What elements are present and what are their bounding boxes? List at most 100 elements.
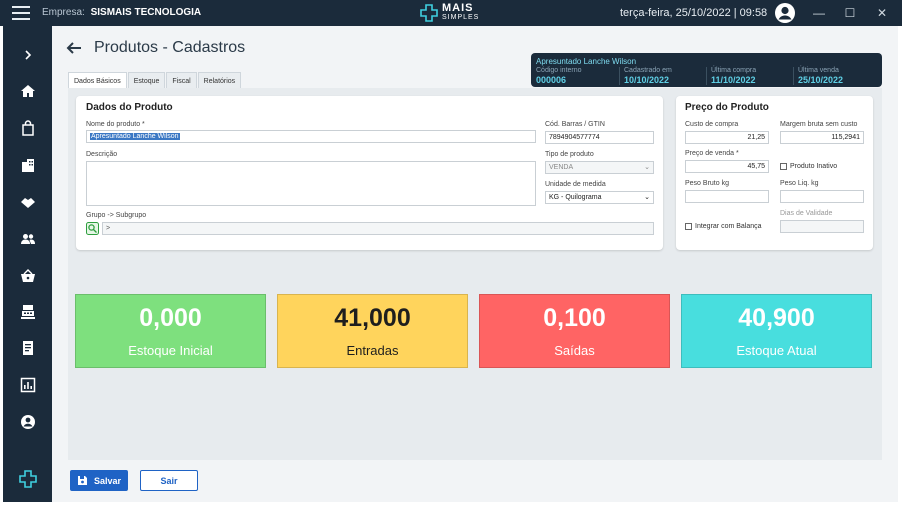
info-separator [793, 67, 794, 85]
info-product-name: Apresuntado Lanche Wilson [536, 57, 637, 66]
info-codigo-value: 000006 [536, 75, 567, 85]
nome-input[interactable]: Apresuntado Lanche Wilson [86, 130, 536, 143]
window-bottom [0, 502, 902, 522]
checkbox-box [780, 163, 787, 170]
peso-bruto-label: Peso Bruto kg [685, 180, 729, 187]
info-codigo: Código interno 000006 [536, 67, 582, 85]
margem-label: Margem bruta sem custo [780, 121, 858, 128]
chevron-down-icon: ⌄ [644, 194, 650, 201]
inativo-label: Produto Inativo [790, 163, 838, 170]
handshake-icon[interactable] [3, 189, 52, 215]
building-icon[interactable] [3, 152, 52, 178]
stat-value: 40,900 [738, 304, 815, 332]
minimize-icon[interactable]: — [810, 4, 828, 22]
info-ultima-compra-value: 11/10/2022 [711, 75, 756, 85]
save-button[interactable]: Salvar [70, 470, 128, 491]
users-icon[interactable] [3, 226, 52, 252]
balanca-label: Integrar com Balança [695, 223, 762, 230]
custo-input[interactable]: 21,25 [685, 131, 769, 144]
descricao-textarea[interactable] [86, 161, 536, 206]
tipo-select[interactable]: VENDA ⌄ [545, 161, 654, 174]
peso-bruto-input[interactable] [685, 190, 769, 203]
codbarras-input[interactable]: 7894904577774 [545, 131, 654, 144]
info-ultima-venda: Última venda 25/10/2022 [798, 67, 843, 85]
stat-label: Entradas [346, 343, 399, 358]
info-cadastrado: Cadastrado em 10/10/2022 [624, 67, 672, 85]
basket-icon[interactable] [3, 263, 52, 289]
page-header: Produtos - Cadastros [66, 38, 245, 58]
close-icon[interactable]: ✕ [873, 4, 891, 22]
document-icon[interactable] [3, 335, 52, 361]
stat-value: 41,000 [334, 304, 411, 332]
info-ultima-venda-value: 25/10/2022 [798, 75, 844, 85]
stat-estoque-atual: 40,900 Estoque Atual [681, 294, 872, 368]
back-arrow-icon[interactable] [66, 40, 82, 56]
grupo-input[interactable]: > [102, 222, 654, 235]
dados-heading: Dados do Produto [86, 102, 173, 113]
validade-input[interactable] [780, 220, 864, 233]
descricao-label: Descrição [86, 151, 118, 158]
unidade-value: KG - Quilograma [549, 194, 602, 201]
exit-button[interactable]: Sair [140, 470, 198, 491]
checkbox-box [685, 223, 692, 230]
info-separator [619, 67, 620, 85]
hamburger-menu-icon[interactable] [12, 6, 30, 20]
info-ultima-compra-label: Última compra [711, 67, 757, 74]
nome-label: Nome do produto * [86, 121, 145, 128]
company-name: SISMAIS TECNOLOGIA [90, 7, 202, 18]
tab-content: Dados do Produto Nome do produto * Apres… [68, 88, 882, 460]
sidebar-expand-icon[interactable] [3, 42, 52, 68]
stat-entradas: 41,000 Entradas [277, 294, 468, 368]
logo-cross-icon[interactable] [3, 466, 52, 492]
unidade-label: Unidade de medida [545, 181, 606, 188]
stat-label: Saídas [554, 343, 595, 358]
info-separator [706, 67, 707, 85]
maximize-icon[interactable]: ☐ [841, 4, 859, 22]
logo-text-main: MAIS [442, 2, 474, 14]
app-logo: MAIS SIMPLES [420, 3, 479, 23]
preco-heading: Preço do Produto [685, 102, 769, 113]
produto-inativo-checkbox[interactable]: Produto Inativo [780, 163, 837, 170]
info-codigo-label: Código interno [536, 67, 582, 74]
venda-input[interactable]: 45,75 [685, 160, 769, 173]
stat-value: 0,100 [543, 304, 606, 332]
tipo-label: Tipo de produto [545, 151, 594, 158]
stat-value: 0,000 [139, 304, 202, 332]
info-ultima-venda-label: Última venda [798, 67, 839, 74]
product-info-box: Apresuntado Lanche Wilson Código interno… [531, 53, 882, 87]
margem-input[interactable]: 115,2941 [780, 131, 864, 144]
title-bar: Empresa: SISMAIS TECNOLOGIA MAIS SIMPLES… [0, 0, 902, 26]
page-title: Produtos - Cadastros [94, 39, 246, 56]
unidade-select[interactable]: KG - Quilograma ⌄ [545, 191, 654, 204]
codbarras-label: Cód. Barras / GTIN [545, 121, 605, 128]
tipo-value: VENDA [549, 164, 574, 171]
preco-produto-card: Preço do Produto Custo de compra 21,25 M… [676, 96, 873, 250]
search-icon[interactable] [86, 222, 99, 235]
save-icon [77, 476, 87, 485]
peso-liq-input[interactable] [780, 190, 864, 203]
validade-label: Dias de Validade [780, 210, 833, 217]
stat-saidas: 0,100 Saídas [479, 294, 670, 368]
user-account-icon[interactable] [774, 2, 796, 24]
venda-label: Preço de venda * [685, 150, 739, 157]
company-label: Empresa: [42, 7, 85, 18]
dados-produto-card: Dados do Produto Nome do produto * Apres… [76, 96, 663, 250]
peso-liq-label: Peso Liq. kg [780, 180, 819, 187]
report-chart-icon[interactable] [3, 372, 52, 398]
chevron-down-icon: ⌄ [644, 164, 650, 171]
main-area: Produtos - Cadastros Apresuntado Lanche … [52, 26, 898, 502]
account-icon[interactable] [3, 409, 52, 435]
info-cadastrado-label: Cadastrado em [624, 67, 672, 74]
stat-label: Estoque Atual [736, 343, 817, 358]
integrar-balanca-checkbox[interactable]: Integrar com Balança [685, 223, 762, 230]
cash-register-icon[interactable] [3, 299, 52, 325]
logo-text-sub: SIMPLES [442, 14, 480, 21]
datetime-display: terça-feira, 25/10/2022 | 09:58 [620, 7, 768, 19]
home-icon[interactable] [3, 78, 52, 104]
shopping-bag-icon[interactable] [3, 115, 52, 141]
stat-estoque-inicial: 0,000 Estoque Inicial [75, 294, 266, 368]
custo-label: Custo de compra [685, 121, 739, 128]
grupo-label: Grupo -> Subgrupo [86, 212, 147, 219]
company-info: Empresa: SISMAIS TECNOLOGIA [42, 7, 201, 18]
nome-value: Apresuntado Lanche Wilson [90, 133, 180, 140]
